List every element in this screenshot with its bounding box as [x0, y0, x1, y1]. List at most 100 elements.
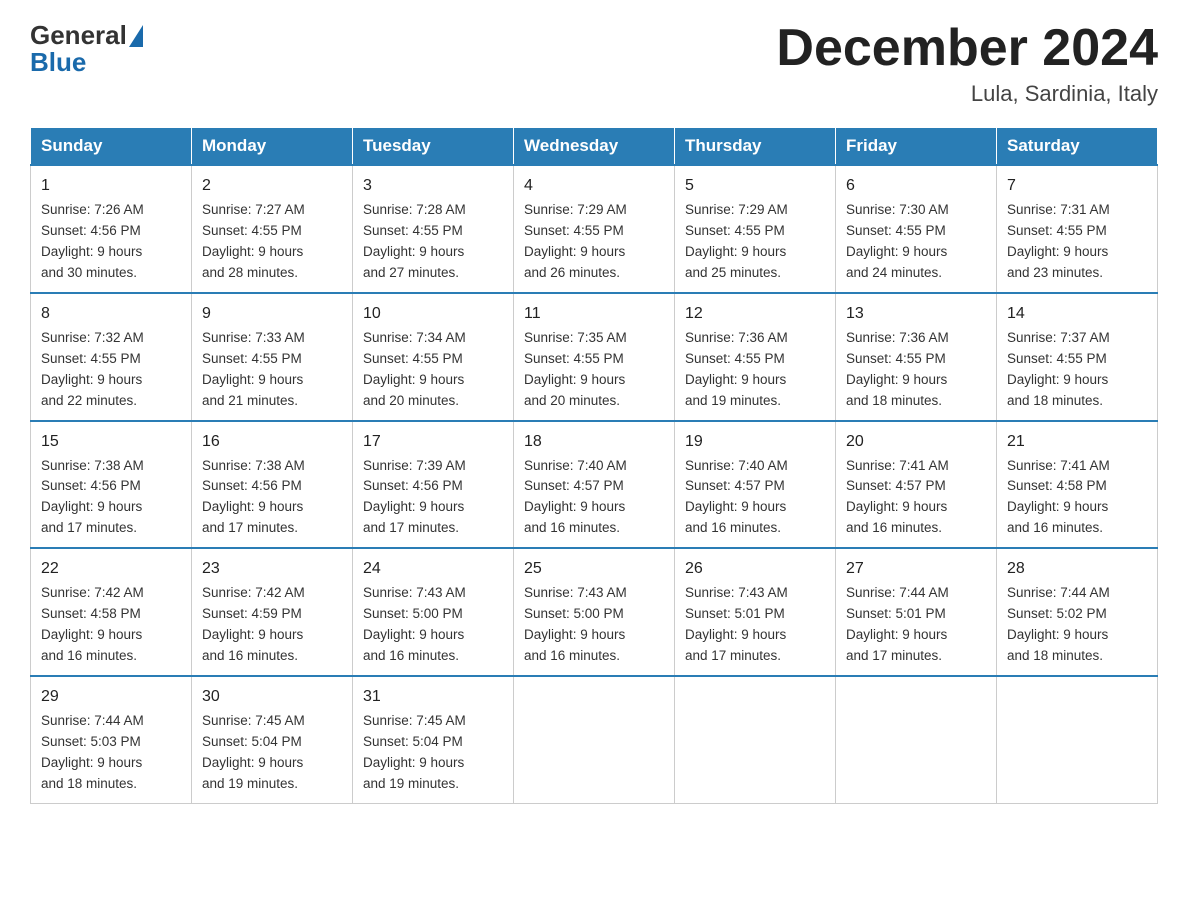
day-info: Sunrise: 7:27 AMSunset: 4:55 PMDaylight:…	[202, 200, 342, 284]
day-cell: 26 Sunrise: 7:43 AMSunset: 5:01 PMDaylig…	[675, 548, 836, 676]
day-cell: 15 Sunrise: 7:38 AMSunset: 4:56 PMDaylig…	[31, 421, 192, 549]
day-cell: 16 Sunrise: 7:38 AMSunset: 4:56 PMDaylig…	[192, 421, 353, 549]
day-number: 25	[524, 557, 664, 581]
header-thursday: Thursday	[675, 128, 836, 166]
day-info: Sunrise: 7:38 AMSunset: 4:56 PMDaylight:…	[202, 456, 342, 540]
day-cell: 9 Sunrise: 7:33 AMSunset: 4:55 PMDayligh…	[192, 293, 353, 421]
day-info: Sunrise: 7:30 AMSunset: 4:55 PMDaylight:…	[846, 200, 986, 284]
day-number: 7	[1007, 174, 1147, 198]
day-info: Sunrise: 7:33 AMSunset: 4:55 PMDaylight:…	[202, 328, 342, 412]
week-row-4: 22 Sunrise: 7:42 AMSunset: 4:58 PMDaylig…	[31, 548, 1158, 676]
day-info: Sunrise: 7:43 AMSunset: 5:00 PMDaylight:…	[363, 583, 503, 667]
calendar-subtitle: Lula, Sardinia, Italy	[776, 81, 1158, 107]
day-cell: 28 Sunrise: 7:44 AMSunset: 5:02 PMDaylig…	[997, 548, 1158, 676]
week-row-5: 29 Sunrise: 7:44 AMSunset: 5:03 PMDaylig…	[31, 676, 1158, 803]
day-cell	[675, 676, 836, 803]
day-number: 2	[202, 174, 342, 198]
day-number: 26	[685, 557, 825, 581]
header-monday: Monday	[192, 128, 353, 166]
day-info: Sunrise: 7:43 AMSunset: 5:00 PMDaylight:…	[524, 583, 664, 667]
week-row-3: 15 Sunrise: 7:38 AMSunset: 4:56 PMDaylig…	[31, 421, 1158, 549]
day-number: 22	[41, 557, 181, 581]
day-number: 31	[363, 685, 503, 709]
day-cell: 23 Sunrise: 7:42 AMSunset: 4:59 PMDaylig…	[192, 548, 353, 676]
day-info: Sunrise: 7:36 AMSunset: 4:55 PMDaylight:…	[685, 328, 825, 412]
day-number: 21	[1007, 430, 1147, 454]
logo-blue: Blue	[30, 47, 86, 78]
day-number: 30	[202, 685, 342, 709]
day-number: 17	[363, 430, 503, 454]
day-number: 10	[363, 302, 503, 326]
day-number: 8	[41, 302, 181, 326]
day-cell: 10 Sunrise: 7:34 AMSunset: 4:55 PMDaylig…	[353, 293, 514, 421]
day-number: 1	[41, 174, 181, 198]
day-number: 28	[1007, 557, 1147, 581]
day-cell: 19 Sunrise: 7:40 AMSunset: 4:57 PMDaylig…	[675, 421, 836, 549]
day-cell: 3 Sunrise: 7:28 AMSunset: 4:55 PMDayligh…	[353, 165, 514, 293]
day-cell: 17 Sunrise: 7:39 AMSunset: 4:56 PMDaylig…	[353, 421, 514, 549]
calendar-table: SundayMondayTuesdayWednesdayThursdayFrid…	[30, 127, 1158, 803]
day-info: Sunrise: 7:41 AMSunset: 4:57 PMDaylight:…	[846, 456, 986, 540]
day-cell: 11 Sunrise: 7:35 AMSunset: 4:55 PMDaylig…	[514, 293, 675, 421]
day-info: Sunrise: 7:42 AMSunset: 4:59 PMDaylight:…	[202, 583, 342, 667]
day-number: 5	[685, 174, 825, 198]
day-cell: 27 Sunrise: 7:44 AMSunset: 5:01 PMDaylig…	[836, 548, 997, 676]
day-info: Sunrise: 7:26 AMSunset: 4:56 PMDaylight:…	[41, 200, 181, 284]
week-row-1: 1 Sunrise: 7:26 AMSunset: 4:56 PMDayligh…	[31, 165, 1158, 293]
day-cell: 12 Sunrise: 7:36 AMSunset: 4:55 PMDaylig…	[675, 293, 836, 421]
day-cell: 8 Sunrise: 7:32 AMSunset: 4:55 PMDayligh…	[31, 293, 192, 421]
day-info: Sunrise: 7:44 AMSunset: 5:03 PMDaylight:…	[41, 711, 181, 795]
calendar-title: December 2024	[776, 20, 1158, 77]
logo-triangle-icon	[129, 25, 143, 47]
day-info: Sunrise: 7:29 AMSunset: 4:55 PMDaylight:…	[685, 200, 825, 284]
day-number: 3	[363, 174, 503, 198]
day-info: Sunrise: 7:37 AMSunset: 4:55 PMDaylight:…	[1007, 328, 1147, 412]
day-info: Sunrise: 7:39 AMSunset: 4:56 PMDaylight:…	[363, 456, 503, 540]
day-cell: 29 Sunrise: 7:44 AMSunset: 5:03 PMDaylig…	[31, 676, 192, 803]
day-info: Sunrise: 7:45 AMSunset: 5:04 PMDaylight:…	[202, 711, 342, 795]
day-cell: 7 Sunrise: 7:31 AMSunset: 4:55 PMDayligh…	[997, 165, 1158, 293]
day-info: Sunrise: 7:32 AMSunset: 4:55 PMDaylight:…	[41, 328, 181, 412]
day-cell	[836, 676, 997, 803]
day-cell: 5 Sunrise: 7:29 AMSunset: 4:55 PMDayligh…	[675, 165, 836, 293]
day-number: 11	[524, 302, 664, 326]
day-cell: 13 Sunrise: 7:36 AMSunset: 4:55 PMDaylig…	[836, 293, 997, 421]
day-number: 4	[524, 174, 664, 198]
day-cell: 22 Sunrise: 7:42 AMSunset: 4:58 PMDaylig…	[31, 548, 192, 676]
day-number: 24	[363, 557, 503, 581]
day-number: 6	[846, 174, 986, 198]
header-wednesday: Wednesday	[514, 128, 675, 166]
day-info: Sunrise: 7:43 AMSunset: 5:01 PMDaylight:…	[685, 583, 825, 667]
title-block: December 2024 Lula, Sardinia, Italy	[776, 20, 1158, 107]
day-cell: 21 Sunrise: 7:41 AMSunset: 4:58 PMDaylig…	[997, 421, 1158, 549]
day-cell: 31 Sunrise: 7:45 AMSunset: 5:04 PMDaylig…	[353, 676, 514, 803]
header-friday: Friday	[836, 128, 997, 166]
day-number: 20	[846, 430, 986, 454]
day-number: 27	[846, 557, 986, 581]
day-info: Sunrise: 7:42 AMSunset: 4:58 PMDaylight:…	[41, 583, 181, 667]
day-number: 12	[685, 302, 825, 326]
day-info: Sunrise: 7:35 AMSunset: 4:55 PMDaylight:…	[524, 328, 664, 412]
day-number: 19	[685, 430, 825, 454]
day-number: 16	[202, 430, 342, 454]
day-info: Sunrise: 7:40 AMSunset: 4:57 PMDaylight:…	[685, 456, 825, 540]
day-number: 9	[202, 302, 342, 326]
day-cell: 1 Sunrise: 7:26 AMSunset: 4:56 PMDayligh…	[31, 165, 192, 293]
day-info: Sunrise: 7:44 AMSunset: 5:01 PMDaylight:…	[846, 583, 986, 667]
header-saturday: Saturday	[997, 128, 1158, 166]
day-cell: 2 Sunrise: 7:27 AMSunset: 4:55 PMDayligh…	[192, 165, 353, 293]
week-row-2: 8 Sunrise: 7:32 AMSunset: 4:55 PMDayligh…	[31, 293, 1158, 421]
day-info: Sunrise: 7:29 AMSunset: 4:55 PMDaylight:…	[524, 200, 664, 284]
day-info: Sunrise: 7:45 AMSunset: 5:04 PMDaylight:…	[363, 711, 503, 795]
day-cell: 20 Sunrise: 7:41 AMSunset: 4:57 PMDaylig…	[836, 421, 997, 549]
header-row: SundayMondayTuesdayWednesdayThursdayFrid…	[31, 128, 1158, 166]
header-sunday: Sunday	[31, 128, 192, 166]
logo: General Blue	[30, 20, 143, 78]
day-number: 14	[1007, 302, 1147, 326]
day-number: 15	[41, 430, 181, 454]
day-info: Sunrise: 7:34 AMSunset: 4:55 PMDaylight:…	[363, 328, 503, 412]
day-number: 13	[846, 302, 986, 326]
day-info: Sunrise: 7:38 AMSunset: 4:56 PMDaylight:…	[41, 456, 181, 540]
day-cell: 30 Sunrise: 7:45 AMSunset: 5:04 PMDaylig…	[192, 676, 353, 803]
header-tuesday: Tuesday	[353, 128, 514, 166]
